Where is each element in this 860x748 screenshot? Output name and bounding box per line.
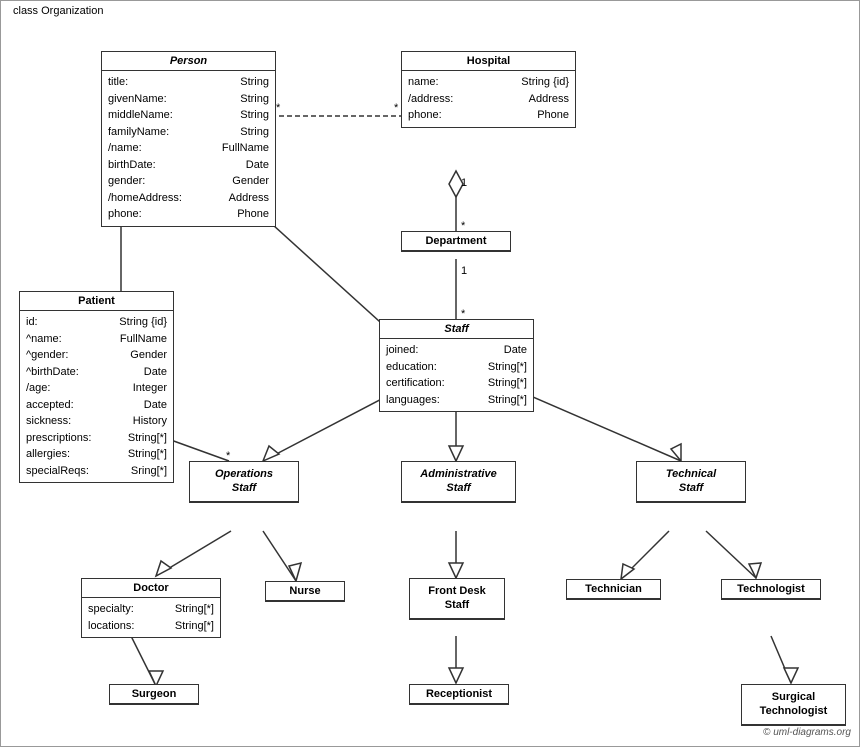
person-class: Person title:String givenName:String mid… [101,51,276,227]
copyright-text: © uml-diagrams.org [763,727,851,738]
administrative-staff-header: AdministrativeStaff [402,462,515,502]
patient-class: Patient id:String {id} ^name:FullName ^g… [19,291,174,483]
nurse-header: Nurse [266,582,344,601]
doctor-body: specialty:String[*] locations:String[*] [82,598,220,637]
person-header: Person [102,52,275,71]
svg-text:*: * [394,102,399,114]
staff-class: Staff joined:Date education:String[*] ce… [379,319,534,412]
staff-header: Staff [380,320,533,339]
administrative-staff-class: AdministrativeStaff [401,461,516,503]
patient-header: Patient [20,292,173,311]
person-body: title:String givenName:String middleName… [102,71,275,226]
surgeon-class: Surgeon [109,684,199,705]
nurse-class: Nurse [265,581,345,602]
technologist-class: Technologist [721,579,821,600]
operations-staff-header: OperationsStaff [190,462,298,502]
receptionist-class: Receptionist [409,684,509,705]
technician-class: Technician [566,579,661,600]
hospital-header: Hospital [402,52,575,71]
technical-staff-class: TechnicalStaff [636,461,746,503]
patient-body: id:String {id} ^name:FullName ^gender:Ge… [20,311,173,482]
surgeon-header: Surgeon [110,685,198,704]
receptionist-header: Receptionist [410,685,508,704]
technical-staff-header: TechnicalStaff [637,462,745,502]
surgical-technologist-header: SurgicalTechnologist [742,685,845,725]
svg-text:1: 1 [461,177,467,189]
technologist-header: Technologist [722,580,820,599]
diagram-title: class Organization [9,5,108,17]
doctor-class: Doctor specialty:String[*] locations:Str… [81,578,221,638]
svg-text:*: * [276,102,281,114]
front-desk-staff-class: Front DeskStaff [409,578,505,620]
technician-header: Technician [567,580,660,599]
hospital-body: name:String {id} /address:Address phone:… [402,71,575,127]
operations-staff-class: OperationsStaff [189,461,299,503]
diagram-container: class Organization * * 1 * 1 * * * [0,0,860,747]
front-desk-staff-header: Front DeskStaff [410,579,504,619]
doctor-header: Doctor [82,579,220,598]
staff-body: joined:Date education:String[*] certific… [380,339,533,411]
department-class: Department [401,231,511,252]
surgical-technologist-class: SurgicalTechnologist [741,684,846,726]
department-header: Department [402,232,510,251]
hospital-class: Hospital name:String {id} /address:Addre… [401,51,576,128]
svg-text:1: 1 [461,265,467,277]
